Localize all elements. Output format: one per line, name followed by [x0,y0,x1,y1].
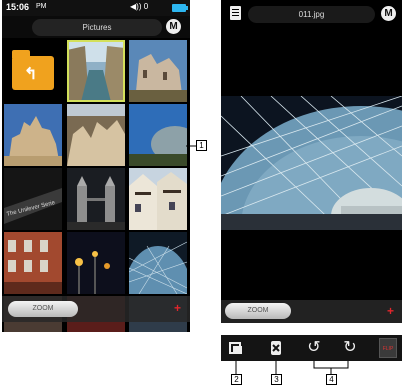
callout-2: 2 [231,374,242,385]
callout-1: 1 [196,140,207,151]
callout-3: 3 [271,374,282,385]
callout-4: 4 [326,374,337,385]
callout-lines [186,145,349,374]
